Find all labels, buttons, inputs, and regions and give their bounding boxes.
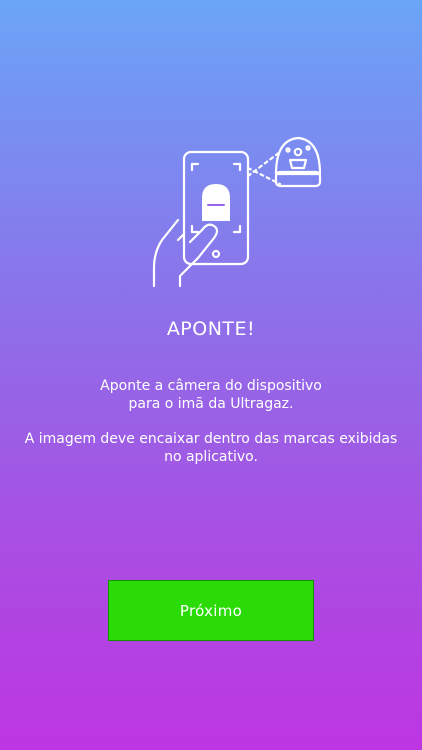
instruction-text: Aponte a câmera do dispositivo para o im… bbox=[0, 377, 422, 413]
next-button[interactable]: Próximo bbox=[108, 580, 314, 641]
hint-line-1: A imagem deve encaixar dentro das marcas… bbox=[24, 431, 398, 447]
hint-line-2: no aplicativo. bbox=[164, 449, 258, 465]
page-title: APONTE! bbox=[166, 318, 256, 340]
instruction-line-2: para o imã da Ultragaz. bbox=[128, 396, 294, 412]
instruction-line-1: Aponte a câmera do dispositivo bbox=[100, 378, 322, 394]
hand-phone-scan-magnet-icon bbox=[140, 128, 330, 293]
hint-text: A imagem deve encaixar dentro das marcas… bbox=[0, 430, 422, 466]
